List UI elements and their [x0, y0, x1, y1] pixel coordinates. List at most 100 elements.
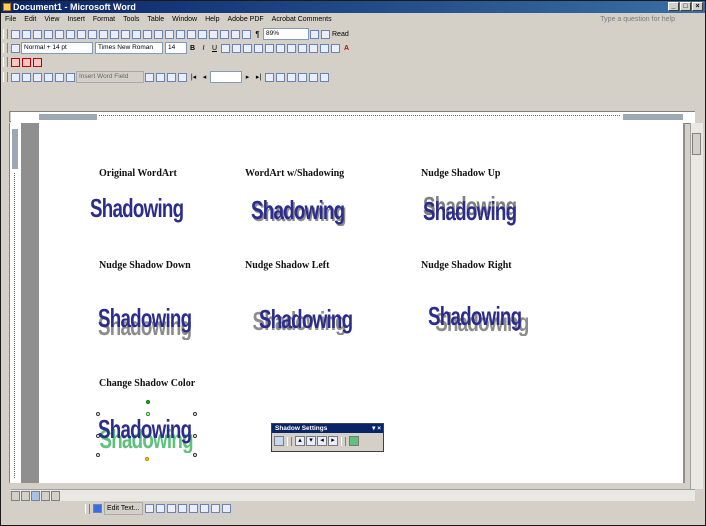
excel-icon[interactable]	[209, 29, 218, 39]
char-spacing-icon[interactable]	[221, 504, 231, 513]
maximize-button[interactable]: □	[680, 2, 691, 11]
print-preview-icon[interactable]	[77, 29, 86, 39]
help-search-input[interactable]: Type a question for help	[600, 13, 675, 26]
tables-icon[interactable]	[187, 29, 196, 39]
redo-icon[interactable]	[165, 29, 174, 39]
menu-help[interactable]: Help	[201, 13, 223, 26]
format-wordart-icon[interactable]	[155, 504, 165, 513]
menu-adobe-pdf[interactable]: Adobe PDF	[223, 13, 267, 26]
zoom-select[interactable]: 89%	[263, 28, 309, 40]
justify-icon[interactable]	[254, 43, 263, 53]
horizontal-scrollbar[interactable]	[11, 489, 695, 501]
toolbar-grip[interactable]	[3, 43, 8, 53]
merge-printer-icon[interactable]	[298, 72, 307, 82]
shadow-toggle-icon[interactable]	[274, 436, 284, 446]
text-wrapping-icon[interactable]	[177, 504, 187, 513]
bullets-icon[interactable]	[287, 43, 296, 53]
wordart-nudge-right[interactable]: Shadowing	[428, 301, 522, 332]
align-left-icon[interactable]	[221, 43, 230, 53]
wordart-shadowing[interactable]: Shadowing	[251, 195, 345, 226]
next-record-icon[interactable]: ▸	[243, 72, 252, 83]
permission-icon[interactable]	[44, 29, 53, 39]
nudge-down-icon[interactable]: ▾	[306, 436, 316, 446]
recipients-icon[interactable]	[22, 72, 31, 82]
read-icon[interactable]	[321, 29, 330, 39]
highlight-icon[interactable]	[331, 43, 340, 53]
email-icon[interactable]	[55, 29, 64, 39]
find-entry-icon[interactable]	[265, 72, 274, 82]
edit-recipients-icon[interactable]	[33, 72, 42, 82]
hyperlink-icon[interactable]	[176, 29, 185, 39]
pilcrow-icon[interactable]: ¶	[253, 29, 262, 40]
styles-icon[interactable]	[11, 43, 20, 53]
print-icon[interactable]	[66, 29, 75, 39]
wordart-nudge-down[interactable]: Shadowing	[98, 303, 192, 334]
resize-handle[interactable]	[193, 434, 197, 438]
resize-handle[interactable]	[96, 453, 100, 457]
nudge-up-icon[interactable]: ▴	[295, 436, 305, 446]
paste-icon[interactable]	[132, 29, 141, 39]
main-document-icon[interactable]	[11, 72, 20, 82]
greeting-icon[interactable]	[55, 72, 64, 82]
rotate-handle[interactable]	[146, 400, 150, 404]
format-painter-icon[interactable]	[143, 29, 152, 39]
vertical-text-icon[interactable]	[199, 504, 209, 513]
nudge-right-icon[interactable]: ▸	[328, 436, 338, 446]
nudge-left-icon[interactable]: ◂	[317, 436, 327, 446]
toolbar-grip[interactable]	[3, 29, 8, 39]
toolbar-grip[interactable]	[3, 57, 8, 67]
size-select[interactable]: 14	[165, 42, 187, 54]
vertical-scrollbar[interactable]	[690, 123, 703, 489]
outline-view-icon[interactable]	[41, 491, 50, 501]
reading-view-icon[interactable]	[51, 491, 60, 501]
numbering-icon[interactable]	[276, 43, 285, 53]
insert-table-icon[interactable]	[198, 29, 207, 39]
merge-fields-icon[interactable]	[66, 72, 75, 82]
spelling-icon[interactable]	[88, 29, 97, 39]
save-icon[interactable]	[33, 29, 42, 39]
font-select[interactable]: Times New Roman	[95, 42, 163, 54]
shadow-color-icon[interactable]	[349, 436, 359, 446]
menu-window[interactable]: Window	[168, 13, 201, 26]
view-merged-icon[interactable]	[145, 72, 154, 82]
web-layout-icon[interactable]	[21, 491, 30, 501]
help-icon[interactable]	[310, 29, 319, 39]
shadow-settings-title[interactable]: Shadow Settings ▾ ×	[272, 424, 383, 433]
wordart-nudge-left[interactable]: Shadowing	[259, 304, 353, 335]
first-record-icon[interactable]: |◂	[189, 72, 198, 83]
highlight-fields-icon[interactable]	[156, 72, 165, 82]
bold-icon[interactable]: B	[188, 43, 197, 54]
record-number-input[interactable]	[210, 71, 242, 83]
insert-word-field-select[interactable]: Insert Word Field	[76, 71, 144, 83]
new-icon[interactable]	[11, 29, 20, 39]
toolbar-grip[interactable]	[3, 72, 8, 82]
previous-record-icon[interactable]: ◂	[200, 72, 209, 83]
align-center-icon[interactable]	[232, 43, 241, 53]
pdf-email-icon[interactable]	[22, 57, 31, 67]
propagate-icon[interactable]	[178, 72, 187, 82]
wordart-gallery-icon[interactable]	[144, 504, 154, 513]
check-errors-icon[interactable]	[276, 72, 285, 82]
doc-map-icon[interactable]	[242, 29, 251, 39]
wordart-shape-icon[interactable]	[166, 504, 176, 513]
menu-acrobat-comments[interactable]: Acrobat Comments	[268, 13, 336, 26]
close-button[interactable]: ×	[692, 2, 703, 11]
cut-icon[interactable]	[110, 29, 119, 39]
print-layout-icon[interactable]	[31, 491, 40, 501]
rotate-handle[interactable]	[146, 412, 150, 416]
open-icon[interactable]	[22, 29, 31, 39]
copy-icon[interactable]	[121, 29, 130, 39]
merge-new-doc-icon[interactable]	[287, 72, 296, 82]
resize-handle[interactable]	[96, 434, 100, 438]
adjust-handle[interactable]	[145, 457, 149, 461]
address-block-icon[interactable]	[44, 72, 53, 82]
undo-icon[interactable]	[154, 29, 163, 39]
menu-edit[interactable]: Edit	[20, 13, 40, 26]
columns-icon[interactable]	[220, 29, 229, 39]
last-record-icon[interactable]: ▸|	[254, 72, 263, 83]
italic-icon[interactable]: I	[199, 43, 208, 54]
convert-pdf-icon[interactable]	[11, 57, 20, 67]
read-button[interactable]: Read	[332, 29, 349, 40]
research-icon[interactable]	[99, 29, 108, 39]
insert-wordart-icon[interactable]	[93, 504, 102, 513]
